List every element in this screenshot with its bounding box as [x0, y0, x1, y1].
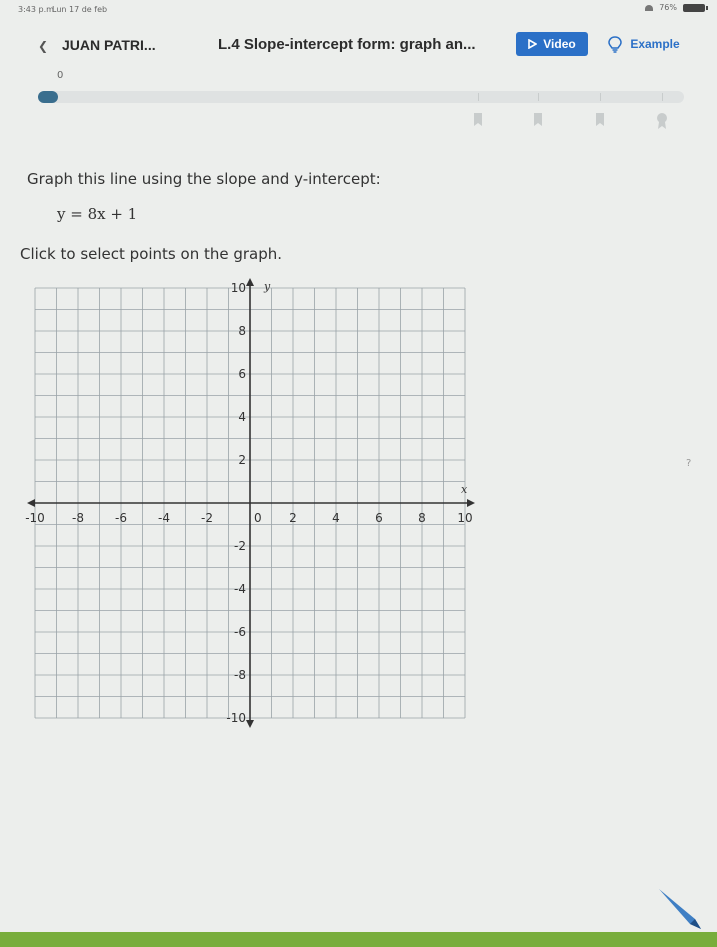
play-icon: [528, 39, 538, 49]
y-axis-arrow-down: [246, 720, 254, 728]
x-axis-arrow-right: [467, 499, 475, 507]
medal-icon: [474, 113, 482, 126]
x-tick-label: 4: [332, 511, 340, 525]
battery-percent: 76%: [659, 3, 677, 12]
y-axis-arrow-up: [246, 278, 254, 286]
x-tick-label: 0: [254, 511, 262, 525]
progress-bar-fill: [38, 91, 58, 103]
coordinate-graph[interactable]: x y -10 -8 -6 -4 -2 0 2 4 6 8 10 10 8 6 4 2 -2 -4 -6 -8 -10: [0, 278, 490, 728]
pencil-icon[interactable]: [655, 885, 711, 931]
status-date: Lun 17 de feb: [52, 5, 108, 14]
lesson-title: L.4 Slope-intercept form: graph an...: [218, 36, 476, 53]
status-indicators: 76%: [645, 3, 708, 12]
x-tick-label: -10: [25, 511, 45, 525]
progress-tick: [478, 93, 479, 101]
wifi-icon: [645, 4, 654, 11]
video-button[interactable]: Video: [516, 32, 588, 56]
stray-mark: ?: [686, 458, 692, 469]
y-tick-label: -4: [234, 582, 246, 596]
trophy-icon: [657, 113, 667, 129]
y-axis-label: y: [263, 280, 271, 293]
y-tick-label: 4: [238, 410, 246, 424]
progress-value: 0: [57, 70, 64, 81]
y-tick-label: 6: [238, 367, 246, 381]
y-tick-label: 10: [231, 281, 246, 295]
equation: y = 8x + 1: [57, 205, 138, 223]
question-instruction: Graph this line using the slope and y-in…: [27, 170, 381, 188]
x-axis-arrow-left: [27, 499, 35, 507]
x-tick-label: 8: [418, 511, 426, 525]
status-time: 3:43 p.m.: [18, 5, 57, 14]
lesson-header: ❮ JUAN PATRI... L.4 Slope-intercept form…: [0, 25, 717, 61]
x-axis-label: x: [461, 483, 468, 496]
status-bar: 3:43 p.m. Lun 17 de feb 76%: [0, 0, 717, 18]
progress-tick: [600, 93, 601, 101]
x-tick-label: 6: [375, 511, 383, 525]
video-button-label: Video: [543, 37, 576, 51]
x-tick-label: -8: [72, 511, 84, 525]
example-button-label: Example: [630, 37, 680, 51]
medal-icon: [534, 113, 542, 126]
student-name[interactable]: JUAN PATRI...: [62, 37, 156, 53]
lightbulb-icon: [608, 35, 623, 53]
bottom-bar: [0, 932, 717, 947]
x-tick-label: -4: [158, 511, 170, 525]
chevron-left-icon[interactable]: ❮: [38, 39, 48, 53]
x-tick-label: 2: [289, 511, 297, 525]
x-tick-label: 10: [457, 511, 472, 525]
y-tick-label: -6: [234, 625, 246, 639]
progress-tick: [662, 93, 663, 101]
medal-icon: [596, 113, 604, 126]
y-tick-label: 2: [238, 453, 246, 467]
progress-bar: [38, 91, 684, 103]
x-tick-label: -6: [115, 511, 127, 525]
example-button[interactable]: Example: [598, 32, 690, 56]
y-tick-label: -2: [234, 539, 246, 553]
x-tick-label: -2: [201, 511, 213, 525]
y-tick-label: -8: [234, 668, 246, 682]
click-instruction: Click to select points on the graph.: [20, 245, 283, 263]
y-tick-label: 8: [238, 324, 246, 338]
battery-icon: [683, 3, 708, 12]
progress-tick: [538, 93, 539, 101]
y-tick-label: -10: [226, 711, 246, 725]
